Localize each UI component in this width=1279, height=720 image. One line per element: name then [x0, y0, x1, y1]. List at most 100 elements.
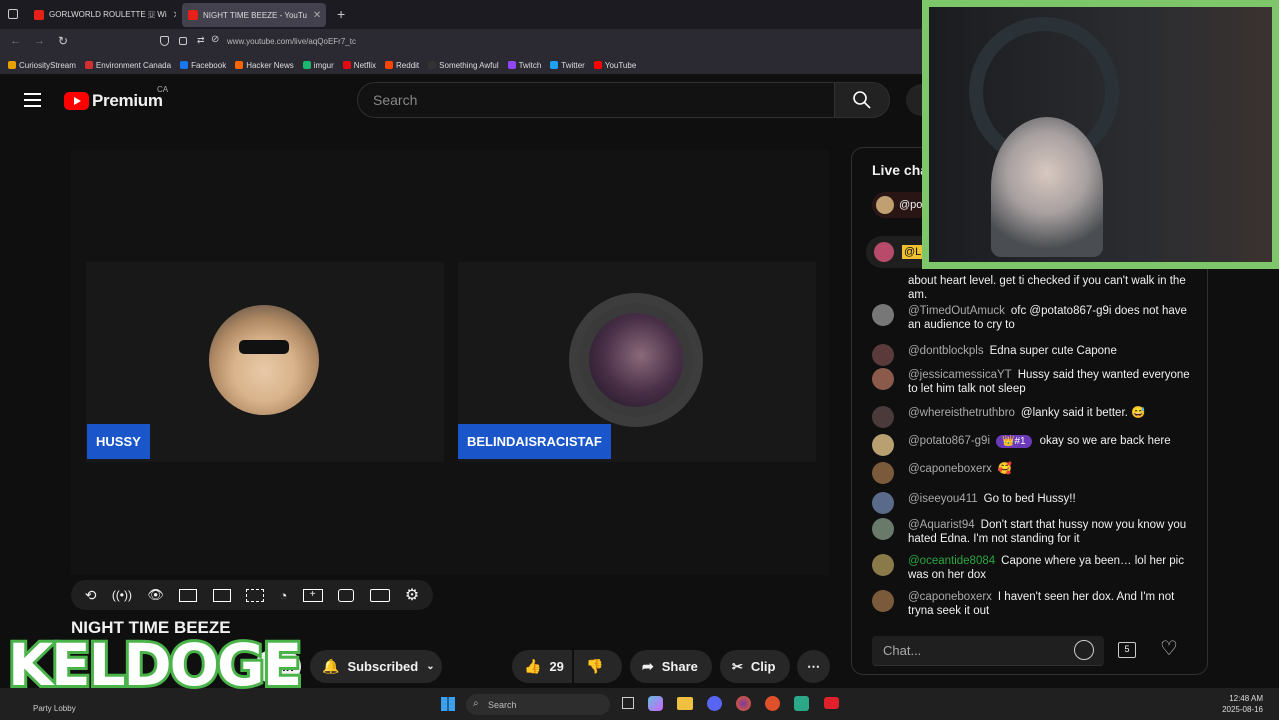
- task-view-icon[interactable]: [622, 697, 634, 709]
- chat-message[interactable]: @whereisthetruthbro @lanky said it better…: [872, 406, 1192, 428]
- browser-tab-2[interactable]: NIGHT TIME BEEZE - YouTu ✕: [182, 3, 326, 27]
- theater-mode-icon[interactable]: [246, 588, 265, 602]
- close-tab-icon[interactable]: ✕: [173, 10, 176, 21]
- app-icon[interactable]: [794, 696, 809, 711]
- chat-author[interactable]: @Aquarist94: [908, 519, 975, 531]
- chat-message[interactable]: @iseeyou411 Go to bed Hussy!!: [872, 492, 1192, 514]
- chat-message[interactable]: @Aquarist94 Don't start that hussy now yo…: [872, 518, 1192, 546]
- windows-start-icon[interactable]: [441, 697, 455, 711]
- bookmark-favicon-icon: [428, 61, 437, 69]
- chat-message[interactable]: @potato867-g9i 👑#1 okay so we are back her…: [872, 434, 1192, 456]
- chat-author[interactable]: @iseeyou411: [908, 493, 978, 505]
- microphone-icon[interactable]: [906, 84, 922, 116]
- settings-gear-icon[interactable]: ⚙: [405, 585, 419, 605]
- close-tab-icon[interactable]: ✕: [313, 10, 321, 21]
- subscribed-button[interactable]: 🔔 Subscribed ⌄: [310, 650, 442, 683]
- chat-message[interactable]: @caponeboxerx 🥰: [872, 462, 1192, 484]
- loop-icon[interactable]: ⟲: [85, 587, 97, 604]
- chat-avatar: [872, 304, 894, 326]
- super-chat-icon[interactable]: 5: [1118, 642, 1136, 658]
- discord-icon[interactable]: [707, 696, 722, 711]
- copilot-icon[interactable]: [648, 696, 663, 711]
- clip-button[interactable]: ✂ Clip: [720, 650, 790, 683]
- chat-avatar: [872, 434, 894, 456]
- back-icon[interactable]: ←: [10, 35, 21, 47]
- chat-author[interactable]: @oceantide8084: [908, 555, 995, 567]
- tab-list-icon[interactable]: [8, 9, 18, 19]
- bookmark-item[interactable]: Twitch: [507, 61, 541, 70]
- menu-icon[interactable]: [24, 93, 41, 107]
- share-label: Share: [661, 659, 698, 674]
- chat-author[interactable]: @caponeboxerx: [908, 463, 992, 475]
- new-tab-button[interactable]: +: [337, 6, 345, 22]
- chat-author[interactable]: @caponeboxerx: [908, 591, 992, 603]
- live-broadcast-icon[interactable]: ((•)): [112, 588, 132, 602]
- view-icon[interactable]: 👁: [147, 587, 164, 603]
- mute-icon[interactable]: ⊘: [211, 34, 219, 45]
- browser-tab-1[interactable]: GORLWORLD ROULETTE 🇺 Wi ✕: [28, 3, 176, 27]
- url-field[interactable]: www.youtube.com/live/aqQoEFr7_tc: [227, 37, 356, 46]
- chat-text: 🥰: [997, 463, 1013, 475]
- streamer-brand-overlay: KELDOGE: [5, 631, 305, 699]
- bookmark-item[interactable]: CuriosityStream: [8, 61, 76, 70]
- chat-message-body: @potato867-g9i 👑#1 okay so we are back her…: [908, 434, 1171, 456]
- clapper-icon[interactable]: [179, 588, 198, 602]
- system-clock[interactable]: 12:48 AM 2025-08-16: [1222, 693, 1263, 715]
- chat-message[interactable]: about heart level. get ti checked if you…: [872, 274, 1192, 302]
- heart-icon[interactable]: ♡: [1160, 636, 1178, 661]
- forward-icon[interactable]: →: [34, 35, 45, 47]
- bookmark-item[interactable]: imgur: [302, 60, 334, 70]
- youtube-premium-logo[interactable]: Premium CA: [64, 85, 168, 111]
- chat-message[interactable]: @oceantide8084 Capone where ya been… lol …: [872, 554, 1192, 582]
- keyboard-icon[interactable]: [369, 588, 390, 602]
- participant-name-badge: HUSSY: [87, 424, 150, 459]
- bookmark-item[interactable]: Reddit: [385, 61, 419, 70]
- speed-icon[interactable]: ◔: [279, 588, 287, 603]
- reload-icon[interactable]: ↻: [58, 34, 68, 48]
- chat-input[interactable]: Chat...: [872, 636, 1104, 666]
- chat-author[interactable]: @dontblockpls: [908, 345, 984, 357]
- chat-author[interactable]: @potato867-g9i: [908, 435, 990, 447]
- chat-message-body: about heart level. get ti checked if you…: [908, 274, 1192, 302]
- chat-message-body: @caponeboxerx I haven't seen her dox. And…: [908, 590, 1192, 618]
- bookmark-label: imgur: [313, 60, 334, 70]
- lock-icon[interactable]: [179, 37, 187, 45]
- emoji-icon[interactable]: [1074, 640, 1094, 660]
- add-icon[interactable]: +: [302, 588, 323, 602]
- file-explorer-icon[interactable]: [677, 697, 693, 710]
- permissions-icon[interactable]: ⇄: [197, 35, 205, 46]
- clip-label: Clip: [750, 659, 776, 674]
- chat-author[interactable]: @whereisthetruthbro: [908, 407, 1015, 419]
- chat-avatar: [872, 554, 894, 576]
- chat-message[interactable]: @caponeboxerx I haven't seen her dox. And…: [872, 590, 1192, 618]
- bookmark-item[interactable]: Netflix: [342, 61, 376, 70]
- share-button[interactable]: ➦ Share: [630, 650, 712, 683]
- like-button[interactable]: 👍 29: [512, 650, 572, 683]
- app-icon[interactable]: [765, 696, 780, 711]
- chat-message[interactable]: @dontblockpls Edna super cute Capone: [872, 344, 1192, 366]
- youtube-icon[interactable]: [824, 697, 839, 709]
- search-input[interactable]: Search: [357, 82, 834, 118]
- more-actions-button[interactable]: ⋯: [797, 650, 830, 683]
- chat-message[interactable]: @TimedOutAmuck ofc @potato867-g9i does no…: [872, 304, 1192, 332]
- chat-author[interactable]: @TimedOutAmuck: [908, 305, 1005, 317]
- bookmark-item[interactable]: Facebook: [180, 61, 226, 70]
- like-count: 29: [549, 659, 564, 674]
- participant-avatar-1: [209, 305, 319, 415]
- bookmark-item[interactable]: Twitter: [550, 61, 585, 70]
- chat-author[interactable]: @jessicamessicaYT: [908, 369, 1012, 381]
- shield-icon[interactable]: [160, 36, 169, 46]
- camera-icon[interactable]: [338, 588, 355, 602]
- bookmark-favicon-icon: [180, 61, 189, 69]
- banner-avatar: [874, 242, 894, 262]
- firefox-icon[interactable]: [736, 696, 751, 711]
- taskbar-search[interactable]: ⌕ Search: [466, 694, 610, 715]
- search-button[interactable]: [834, 82, 890, 118]
- bookmark-item[interactable]: Something Awful: [428, 61, 499, 70]
- dislike-button[interactable]: 👎: [574, 650, 622, 683]
- bookmark-item[interactable]: YouTube: [593, 61, 636, 70]
- chat-message[interactable]: @jessicamessicaYT Hussy said they wanted …: [872, 368, 1192, 396]
- bookmark-item[interactable]: Environment Canada: [84, 61, 171, 70]
- miniplayer-icon[interactable]: [212, 588, 231, 602]
- bookmark-item[interactable]: Hacker News: [235, 61, 294, 70]
